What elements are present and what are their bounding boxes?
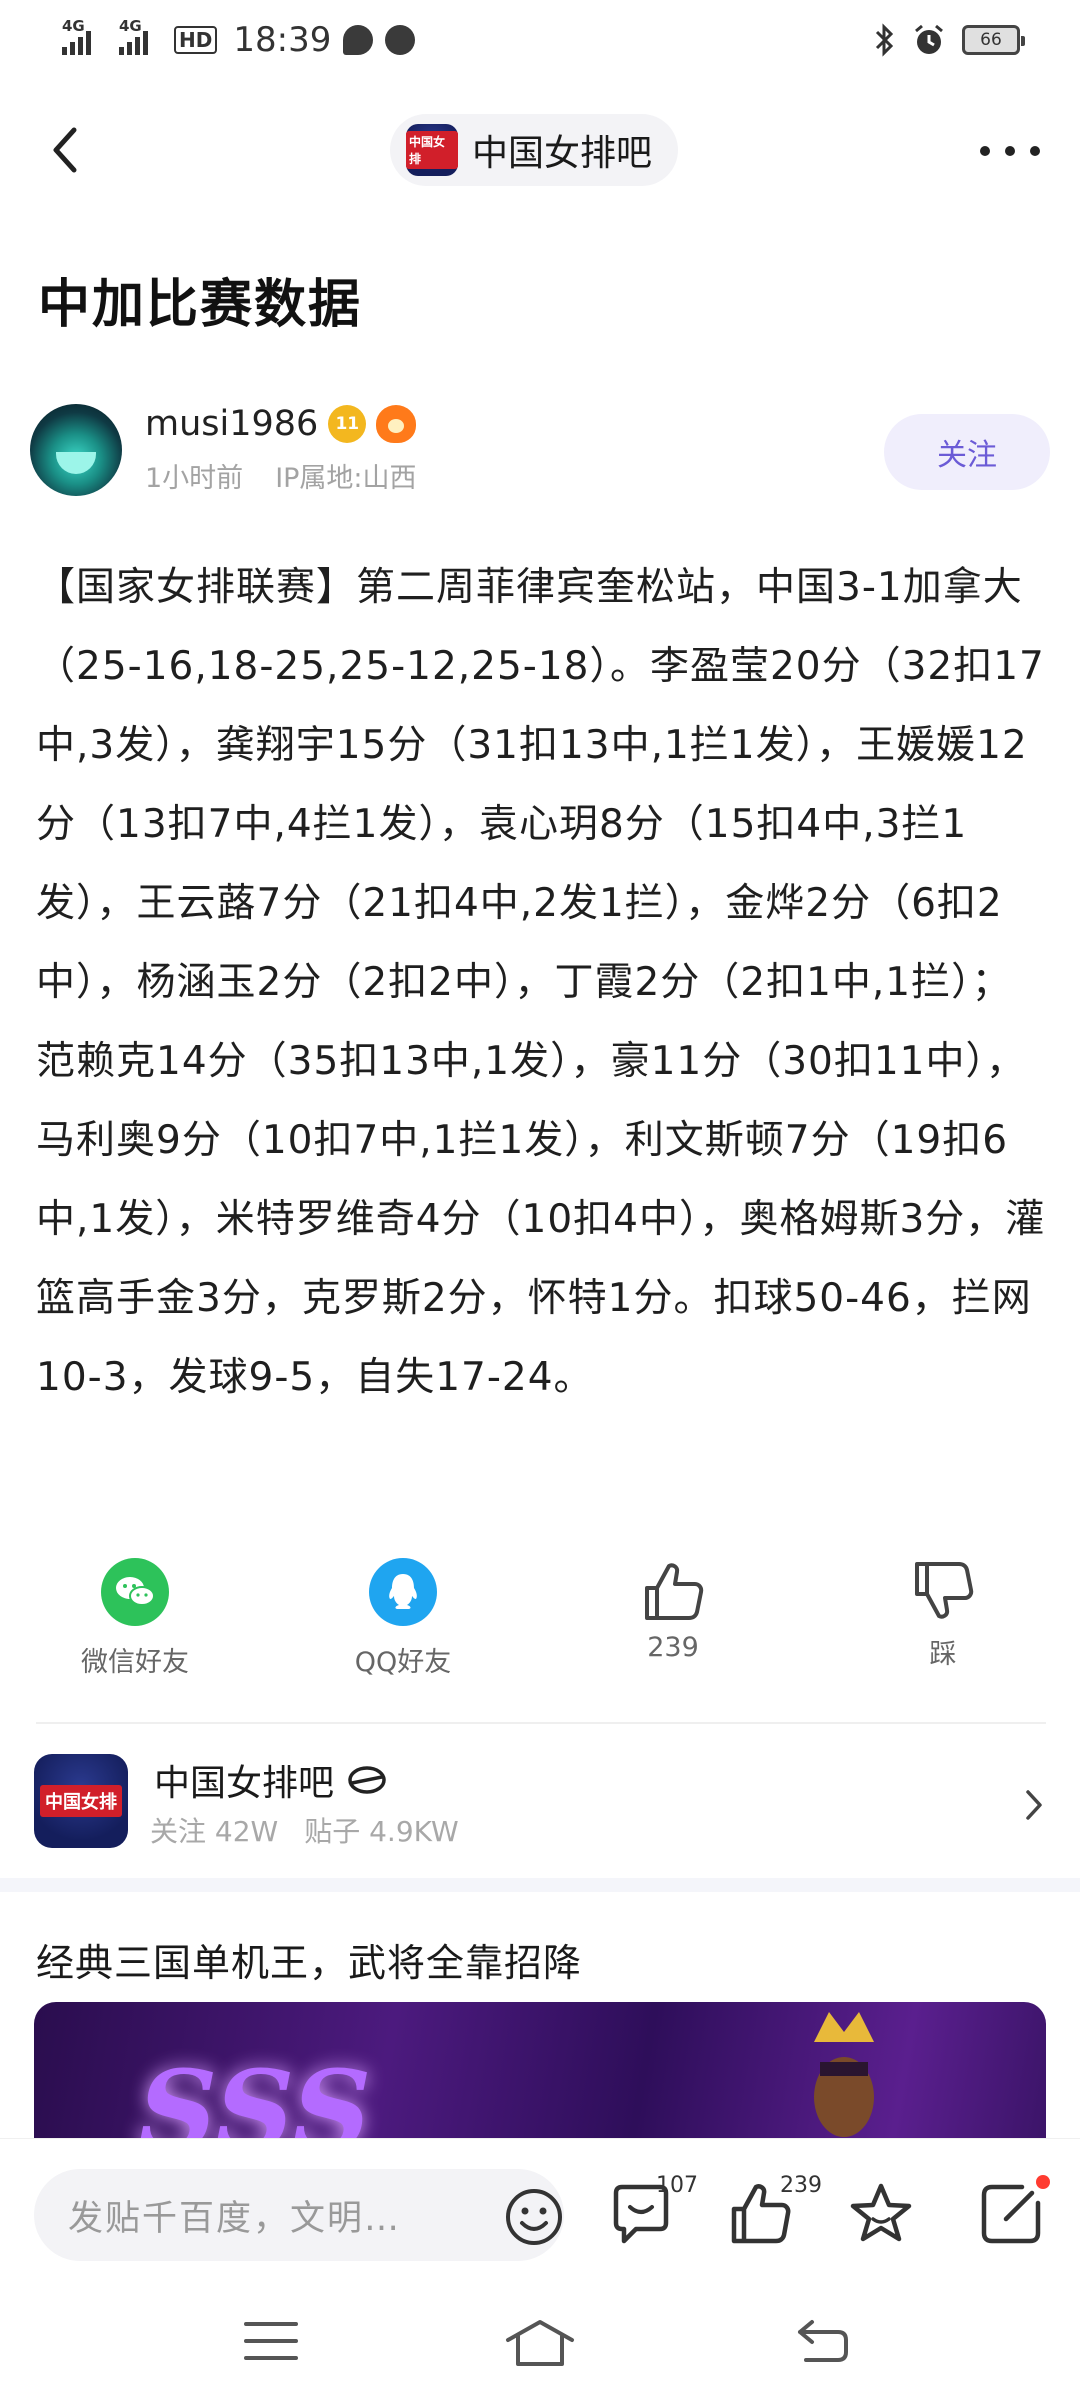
post-body: 【国家女排联赛】第二周菲律宾奎松站，中国3-1加拿大（25-16,18-25,2… [36,565,1046,1400]
emoji-icon[interactable] [504,2187,564,2247]
home-nav-icon[interactable] [504,2318,576,2368]
forum-header-pill[interactable]: 中国女排 中国女排吧 [390,114,679,186]
forum-logo-text: 中国女排 [406,131,458,169]
share-qq-button[interactable]: QQ好友 [303,1558,503,1679]
share-edit-icon[interactable] [978,2181,1044,2247]
fire-badge-icon [376,405,417,443]
status-bar: 4G 4G HD 18:39 66 [0,0,1080,80]
author-meta: 1小时前 IP属地:山西 [145,456,417,495]
like-count: 239 [647,1632,699,1663]
post-time: 1小时前 [145,463,244,494]
alarm-icon [915,24,943,54]
share-wechat-button[interactable]: 微信好友 [35,1558,235,1679]
back-nav-icon[interactable] [796,2318,850,2364]
menu-nav-icon[interactable] [244,2318,298,2364]
wechat-icon [101,1558,169,1626]
level-badge-icon: 11 [328,405,367,443]
share-qq-label: QQ好友 [354,1647,452,1678]
author-name-row[interactable]: musi1986 11 [145,404,417,444]
ad-banner-image[interactable]: SSS [34,2002,1046,2152]
status-right: 66 [874,20,1025,60]
forum-card-name-row: 中国女排吧 [154,1754,388,1806]
thumbs-up-icon [645,1563,704,1620]
reply-input[interactable]: 发贴千百度，文明… [34,2169,564,2261]
message-notification-icon [343,25,374,55]
more-options-icon[interactable] [980,126,1040,176]
forum-card-logo: 中国女排 [34,1754,128,1848]
status-left: 4G 4G HD 18:39 [62,17,416,62]
author-avatar[interactable] [30,404,122,496]
forum-card-logo-text: 中国女排 [40,1785,122,1817]
qq-icon [369,1558,437,1626]
network-label-2: 4G [119,17,142,35]
forum-badge-icon [348,1766,386,1794]
system-nav-bar [0,2278,1080,2408]
share-row: 微信好友 QQ好友 239 踩 [0,1558,1080,1688]
follow-button[interactable]: 关注 [884,414,1050,490]
ad-image-text: SSS [138,2046,372,2152]
status-time: 18:39 [233,20,332,60]
forum-logo: 中国女排 [406,124,458,176]
signal-icon-1: 4G [62,17,91,55]
ip-location: IP属地:山西 [275,463,417,494]
compass-notification-icon [385,25,416,55]
bottom-bar: 发贴千百度，文明… 107 239 [0,2138,1080,2278]
bluetooth-icon [875,23,894,57]
ad-character-figure [814,2012,874,2137]
share-wechat-label: 微信好友 [81,1647,189,1678]
forum-posts: 贴子 4.9KW [304,1815,459,1848]
ad-title[interactable]: 经典三国单机王，武将全靠招降 [36,1932,582,1987]
forum-card-meta: 关注 42W 贴子 4.9KW [150,1810,459,1850]
like-button[interactable]: 239 [573,1558,773,1663]
top-nav-bar: 中国女排 中国女排吧 [0,100,1080,200]
section-divider [0,1878,1080,1892]
forum-card[interactable]: 中国女排 中国女排吧 关注 42W 贴子 4.9KW [34,1754,1054,1854]
author-name: musi1986 [145,404,319,444]
battery-level: 66 [980,30,1002,50]
battery-icon: 66 [962,25,1025,55]
reply-placeholder: 发贴千百度，文明… [68,2198,402,2239]
bottom-like-count: 239 [780,2173,822,2198]
dislike-button[interactable]: 踩 [843,1558,1043,1671]
signal-icon-2: 4G [119,17,148,55]
divider [36,1722,1046,1724]
forum-followers: 关注 42W [150,1815,279,1848]
back-arrow-icon[interactable] [40,122,96,178]
chevron-right-icon [1026,1790,1042,1820]
notification-dot [1036,2175,1050,2189]
thumbs-down-icon [915,1562,974,1619]
comment-count: 107 [656,2173,698,2198]
star-favorite-icon[interactable] [848,2181,914,2247]
forum-card-name: 中国女排吧 [154,1763,335,1804]
hd-voice-icon: HD [174,26,218,54]
post-title: 中加比赛数据 [38,275,363,335]
network-label-1: 4G [62,17,85,35]
forum-name: 中国女排吧 [472,133,653,174]
dislike-label: 踩 [929,1639,957,1670]
author-row: musi1986 11 1小时前 IP属地:山西 关注 [30,400,1050,500]
